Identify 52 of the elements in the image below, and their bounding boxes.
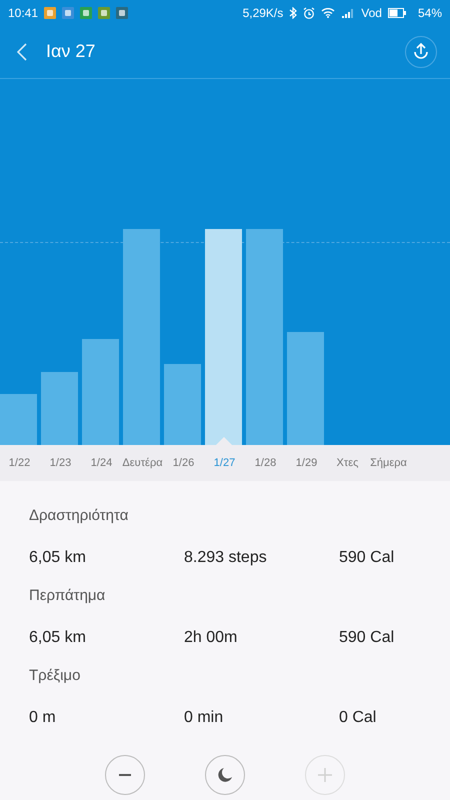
step-bar[interactable] bbox=[0, 394, 37, 445]
step-bar[interactable] bbox=[287, 332, 324, 445]
stat-value: 0 m bbox=[29, 709, 57, 727]
alarm-icon bbox=[303, 6, 316, 18]
stat-value: 6,05 km bbox=[29, 629, 87, 647]
date-title: Ιαν 27 bbox=[46, 41, 96, 62]
notification-icon bbox=[116, 6, 128, 18]
notification-icon bbox=[80, 6, 92, 18]
wifi-icon bbox=[321, 7, 336, 18]
day-label[interactable]: Σήμερα bbox=[367, 457, 410, 469]
back-icon bbox=[17, 42, 27, 60]
minus-icon bbox=[119, 774, 131, 776]
notification-icon bbox=[98, 6, 110, 18]
day-label[interactable]: Χτες bbox=[326, 457, 369, 469]
bluetooth-icon bbox=[289, 6, 298, 18]
day-label[interactable]: 1/27 bbox=[203, 457, 246, 469]
step-bar[interactable] bbox=[41, 372, 78, 445]
section-title: Περπάτημα bbox=[29, 587, 106, 606]
share-icon bbox=[411, 42, 431, 62]
day-label[interactable]: 1/24 bbox=[80, 457, 123, 469]
step-bar[interactable] bbox=[246, 229, 283, 445]
carrier-name: Vod bbox=[361, 6, 382, 20]
share-button[interactable] bbox=[405, 36, 437, 68]
notification-icon bbox=[62, 6, 74, 18]
day-label[interactable]: 1/23 bbox=[39, 457, 82, 469]
network-speed: 5,29K/s bbox=[242, 6, 284, 20]
section-title: Δραστηριότητα bbox=[29, 507, 130, 526]
step-bar[interactable] bbox=[123, 229, 160, 445]
stat-value: 590 Cal bbox=[339, 629, 396, 647]
stat-value: 8.293 steps bbox=[184, 549, 268, 567]
day-label[interactable]: 1/29 bbox=[285, 457, 328, 469]
clock: 10:41 bbox=[8, 6, 38, 20]
plus-icon bbox=[315, 765, 335, 785]
battery-level: 54% bbox=[418, 6, 442, 20]
day-label[interactable]: 1/22 bbox=[0, 457, 41, 469]
stat-value: 590 Cal bbox=[339, 549, 396, 567]
sleep-button[interactable] bbox=[205, 755, 245, 795]
stat-value: 0 min bbox=[184, 709, 224, 727]
stat-value: 2h 00m bbox=[184, 629, 238, 647]
signal-icon bbox=[341, 8, 356, 18]
section-title: Τρέξιμο bbox=[29, 667, 82, 686]
stat-value: 6,05 km bbox=[29, 549, 87, 567]
day-label[interactable]: 1/26 bbox=[162, 457, 205, 469]
step-bar[interactable] bbox=[164, 364, 201, 445]
minus-button[interactable] bbox=[105, 755, 145, 795]
battery-icon bbox=[388, 8, 406, 18]
stat-value: 0 Cal bbox=[339, 709, 378, 727]
day-label[interactable]: Δευτέρα bbox=[121, 457, 164, 469]
day-label[interactable]: 1/28 bbox=[244, 457, 287, 469]
step-bar[interactable] bbox=[205, 229, 242, 445]
notification-icon bbox=[44, 6, 56, 18]
step-bar[interactable] bbox=[82, 338, 119, 445]
